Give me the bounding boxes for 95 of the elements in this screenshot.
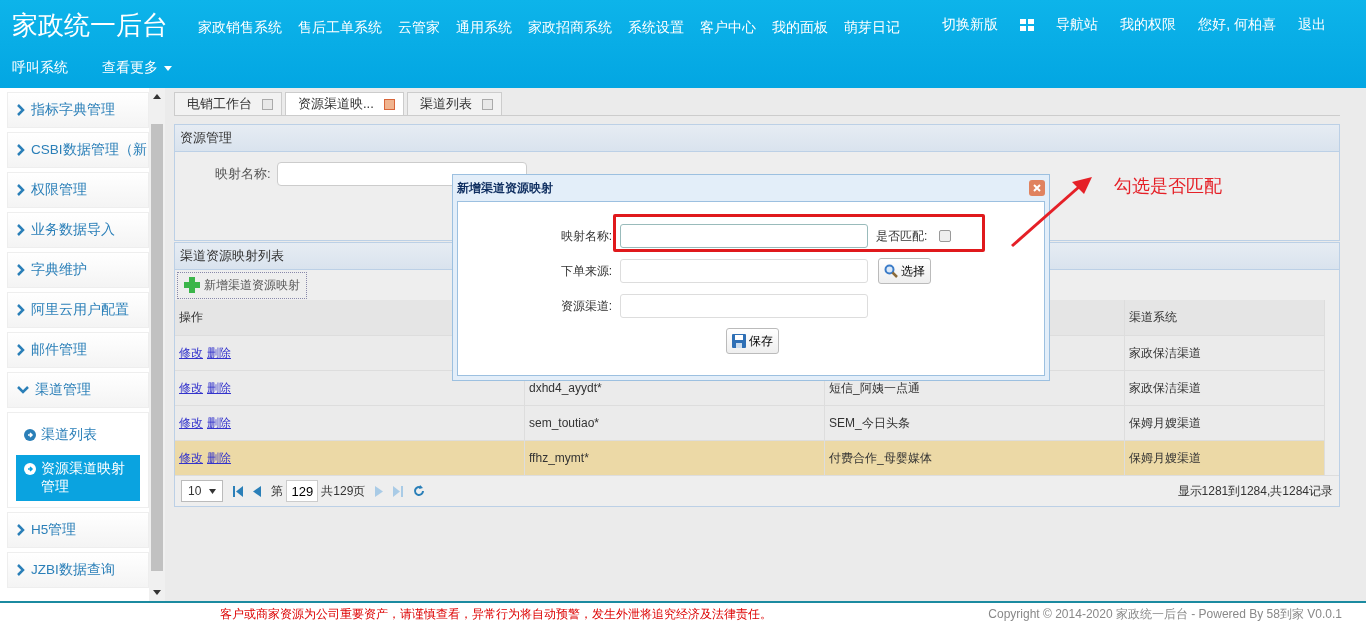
close-icon[interactable] [383,98,395,110]
checkbox[interactable] [939,230,952,242]
chevron-icon [17,524,25,536]
page-size-select[interactable]: 10 [181,480,224,502]
sidebar-item[interactable]: JZBI数据查询 [7,552,150,588]
sidebar-item[interactable]: 渠道管理 [7,372,150,408]
nav-link[interactable]: 售后工单系统 [298,19,382,37]
nav-link[interactable]: 云管家 [398,19,440,37]
table-row[interactable]: 修改 删除 sem_toutiao* SEM_今日头条 保姆月嫂渠道 [175,405,1325,440]
header-link[interactable]: 导航站 [1056,16,1099,34]
action-link[interactable]: 删除 [207,344,231,362]
close-icon[interactable] [1029,180,1045,196]
nav-link[interactable]: 通用系统 [456,19,512,37]
sidebar-item[interactable]: CSBI数据管理（新 [7,132,150,168]
chevron-icon [17,304,25,316]
action-link[interactable]: 删除 [207,379,231,397]
table-cell: ffhz_mymt* [525,441,825,475]
scroll-down-icon[interactable] [153,590,162,595]
sidebar-item[interactable]: 邮件管理 [7,332,150,368]
plus-icon [184,277,200,293]
next-page-icon[interactable] [375,485,384,497]
nav-link[interactable]: 家政销售系统 [198,19,282,37]
chevron-icon [17,224,25,236]
chevron-icon [17,104,25,116]
nav-link[interactable]: 我的面板 [772,19,828,37]
save-button[interactable]: 保存 [725,328,779,354]
nav-link[interactable]: 客户中心 [700,19,756,37]
chevron-icon [17,144,25,156]
first-page-icon[interactable] [233,485,244,497]
select-button[interactable]: 选择 [878,258,931,284]
chevron-icon [17,386,29,394]
action-link[interactable]: 修改 [179,344,203,362]
caret-icon [209,488,217,494]
sidebar-item[interactable]: 阿里云用户配置 [7,292,150,328]
close-icon[interactable] [481,98,493,110]
pager-text: 共129页 [321,482,366,500]
close-icon[interactable] [262,98,273,110]
input-field[interactable] [620,224,868,248]
sidebar-item[interactable]: H5管理 [7,512,150,548]
table-row[interactable]: 修改 删除 ffhz_mymt* 付费合作_母婴媒体 保姆月嫂渠道 [175,440,1325,475]
nav-link[interactable]: 查看更多 [102,59,172,77]
action-link[interactable]: 修改 [179,414,203,432]
annotation-text: 勾选是否匹配 [1114,175,1222,198]
app-title: 家政统一后台 [12,8,168,42]
header-link[interactable]: 我的权限 [1120,16,1177,34]
sidebar-item[interactable]: 业务数据导入 [7,212,150,248]
grid-icon[interactable] [1020,19,1035,31]
field-label: 资源渠道: [559,297,612,315]
input-field[interactable] [620,259,868,283]
last-page-icon[interactable] [393,485,404,497]
nav-link[interactable]: 系统设置 [628,19,684,37]
header-link[interactable]: 您好, 何柏喜 [1198,16,1276,34]
chevron-icon [17,564,25,576]
field-label: 映射名称: [215,165,271,183]
tab[interactable]: 渠道列表 [406,92,502,115]
action-link[interactable]: 删除 [207,449,231,467]
field-label: 映射名称: [559,227,612,245]
sidebar-item[interactable]: 指标字典管理 [7,92,150,128]
tab[interactable]: 电销工作台 [174,92,282,115]
action-link[interactable]: 修改 [179,449,203,467]
record-count: 显示1281到1284,共1284记录 [1177,482,1333,500]
sidebar-item[interactable]: 字典维护 [7,252,150,288]
action-link[interactable]: 修改 [179,379,203,397]
pager-text: 第 [271,482,284,500]
search-icon [884,264,898,278]
sidebar-item[interactable]: 权限管理 [7,172,150,208]
tab[interactable]: 资源渠道映... [285,92,404,115]
arrow-circle-icon [24,429,36,441]
action-link[interactable]: 删除 [207,414,231,432]
prev-page-icon[interactable] [253,485,262,497]
nav-link[interactable]: 家政招商系统 [528,19,612,37]
table-cell: 保姆月嫂渠道 [1125,441,1325,475]
save-icon [731,334,746,348]
header-link[interactable]: 切换新版 [942,16,999,34]
sidebar-subitem[interactable]: 资源渠道映射管理 [16,455,141,501]
nav-link[interactable]: 呼叫系统 [12,59,82,77]
copyright: Copyright © 2014-2020 家政统一后台 - Powered By 58到家 V0.0.1 [988,605,1342,623]
add-button[interactable]: 新增渠道资源映射 [177,271,307,299]
chevron-icon [17,184,25,196]
scroll-up-icon[interactable] [153,94,162,99]
chevron-icon [17,344,25,356]
warning-notice: 客户或商家资源为公司重要资产，请谨慎查看，异常行为将自动预警，发生外泄将追究经济及法律责任。 [220,605,772,623]
page-input[interactable]: 129 [286,480,319,502]
nav-link[interactable]: 萌芽日记 [844,19,900,37]
refresh-icon[interactable] [413,485,426,497]
field-label: 是否匹配: [876,227,928,245]
scrollbar[interactable] [149,88,165,601]
panel-title: 资源管理 [175,125,1339,152]
input-field[interactable] [620,294,868,318]
arrow-circle-icon [24,463,36,475]
sidebar-subitem[interactable]: 渠道列表 [16,421,141,449]
dialog-title: 新增渠道资源映射 [457,179,553,197]
table-cell: 付费合作_母婴媒体 [825,441,1125,475]
chevron-icon [17,264,25,276]
header-link[interactable]: 退出 [1298,16,1326,34]
